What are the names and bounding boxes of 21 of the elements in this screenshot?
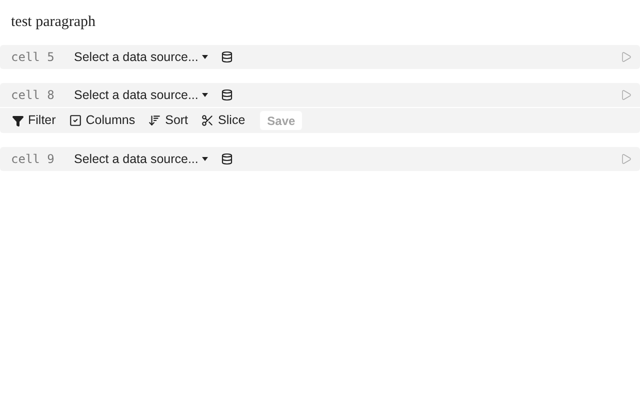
paragraph: test paragraph	[10, 13, 97, 32]
data-source-dropdown[interactable]: Select a data source...	[74, 48, 208, 66]
cell-label: cell 5	[11, 49, 56, 66]
slice-button[interactable]: Slice	[201, 111, 246, 130]
cell-label: cell 8	[11, 87, 56, 104]
database-icon[interactable]	[221, 89, 234, 101]
data-source-dropdown[interactable]: Select a data source...	[74, 86, 208, 104]
filter-button[interactable]: Filter	[12, 111, 56, 130]
columns-button[interactable]: Columns	[68, 111, 136, 130]
cell-label: cell 9	[11, 151, 56, 168]
sort-button[interactable]: Sort	[148, 111, 188, 130]
caret-icon	[202, 55, 208, 59]
checkbox-icon	[68, 114, 82, 127]
caret-icon	[202, 157, 208, 161]
sort-icon	[148, 114, 162, 127]
filter-icon	[12, 114, 24, 126]
scissors-icon	[201, 114, 214, 127]
data-source-dropdown[interactable]: Select a data source...	[74, 150, 208, 168]
database-icon[interactable]	[221, 153, 234, 165]
database-icon[interactable]	[221, 51, 234, 63]
caret-icon	[202, 93, 208, 97]
